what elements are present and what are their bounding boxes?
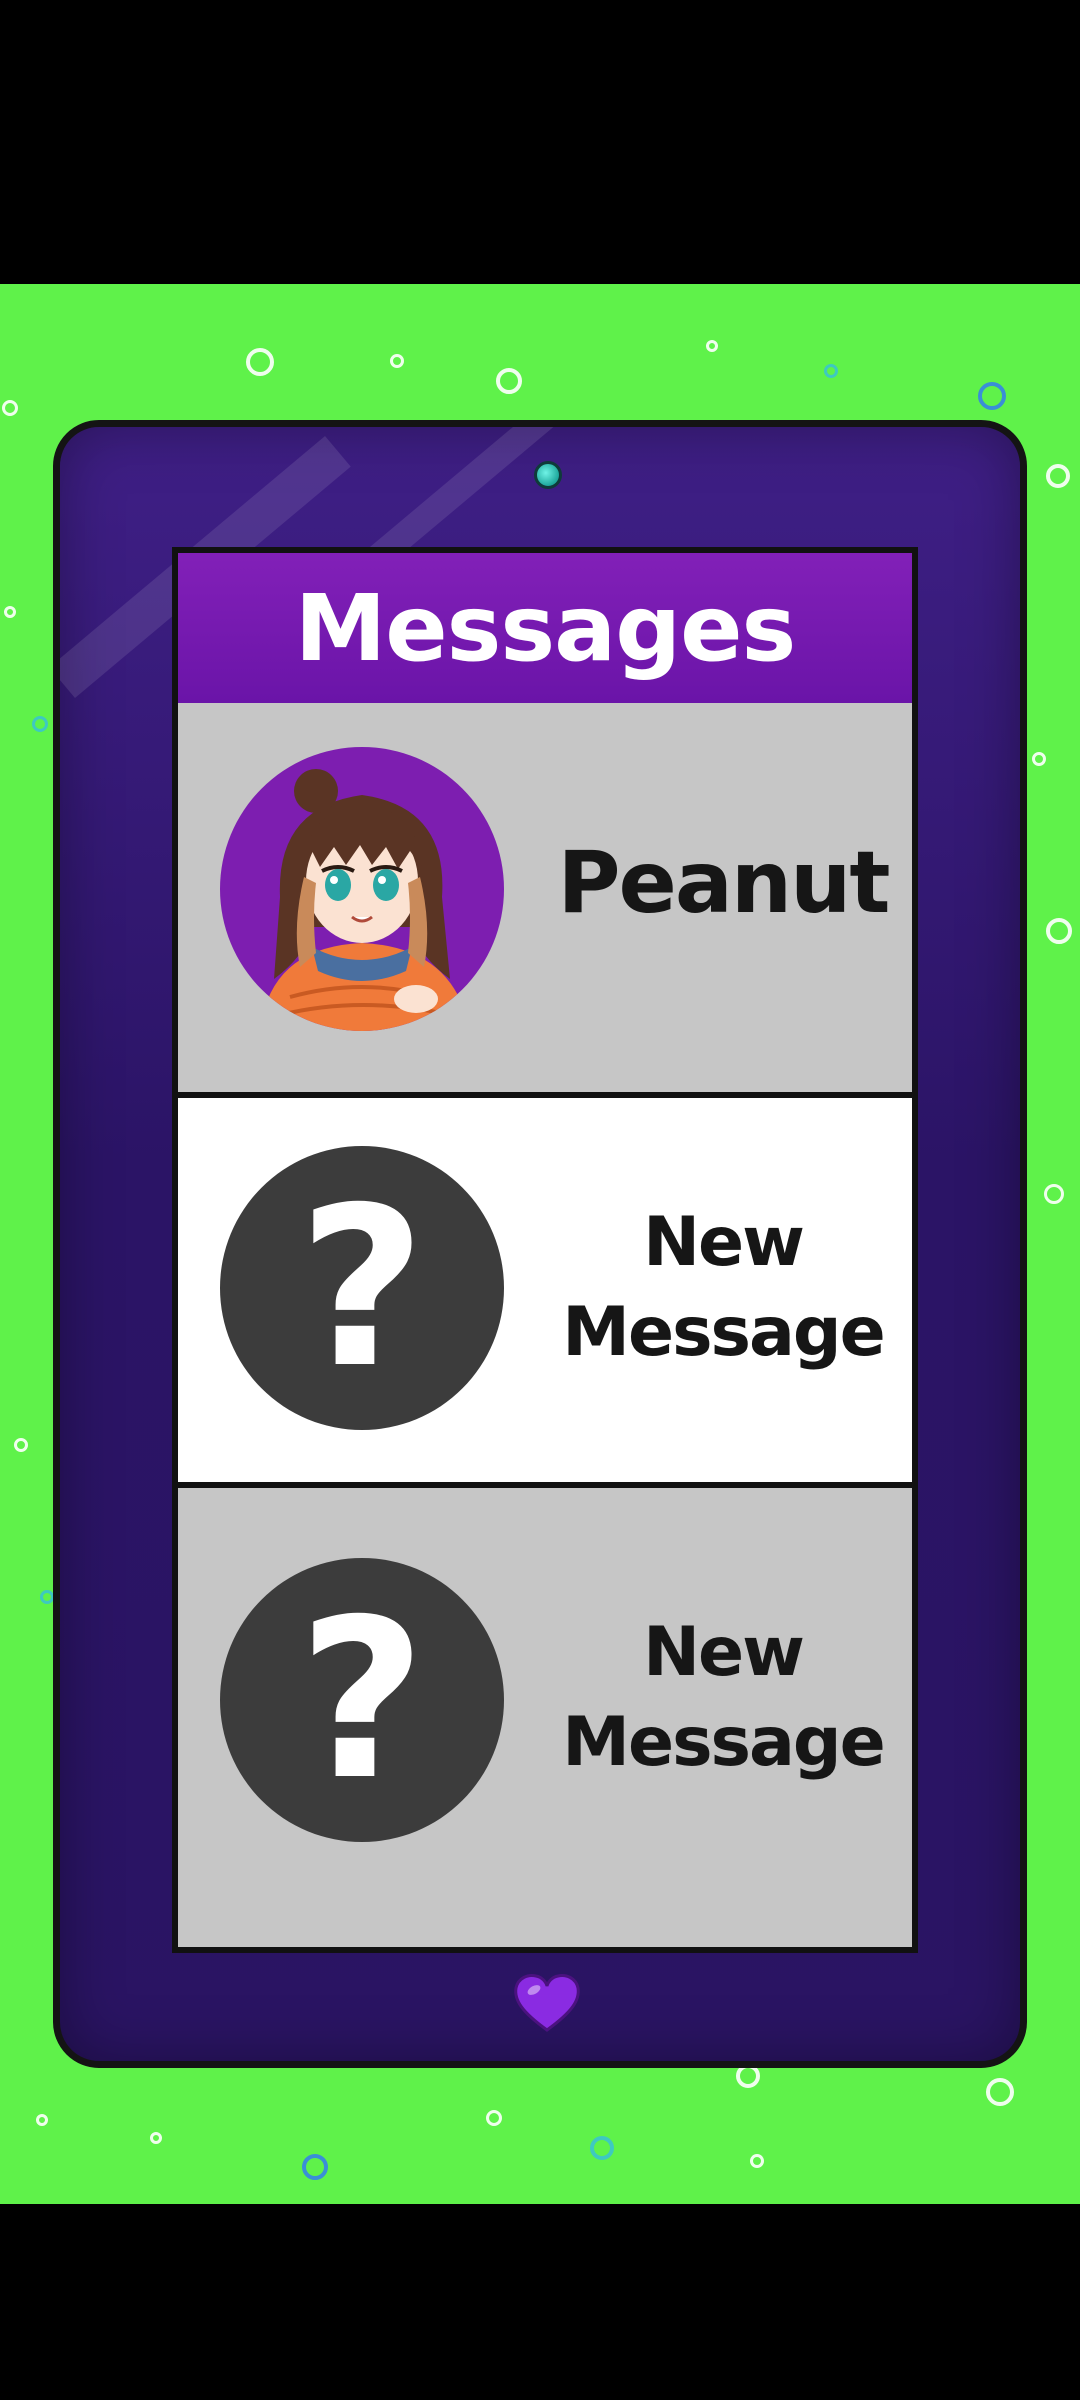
bubble-decoration	[36, 2114, 48, 2126]
bubble-decoration	[496, 368, 522, 394]
conversation-item-new-message[interactable]: ? New Message	[178, 1488, 912, 1947]
messages-header: Messages	[178, 553, 912, 703]
conversation-item-peanut[interactable]: Peanut	[178, 703, 912, 1098]
bubble-decoration	[824, 364, 838, 378]
question-mark-icon: ?	[298, 1572, 426, 1828]
bubble-decoration	[1044, 1184, 1064, 1204]
bubble-decoration	[1046, 918, 1072, 944]
bubble-decoration	[706, 340, 718, 352]
messages-screen: Messages Peanut ? New Message ? New Mess…	[172, 547, 918, 1953]
bubble-decoration	[390, 354, 404, 368]
anime-girl-avatar-icon	[260, 769, 470, 1031]
contact-name: Peanut	[557, 833, 891, 933]
bubble-decoration	[978, 382, 1006, 410]
game-background: Messages Peanut ? New Message ? New Mess…	[0, 284, 1080, 2204]
bubble-decoration	[750, 2154, 764, 2168]
avatar: ?	[220, 1146, 504, 1430]
bubble-decoration	[32, 716, 48, 732]
home-button[interactable]	[508, 1971, 586, 2035]
bubble-decoration	[2, 400, 18, 416]
bubble-decoration	[986, 2078, 1014, 2106]
avatar	[220, 747, 504, 1031]
heart-icon	[514, 1974, 580, 2032]
bubble-decoration	[4, 606, 16, 618]
bubble-decoration	[246, 348, 274, 376]
conversation-label: New Message	[562, 1613, 885, 1782]
page-title: Messages	[294, 574, 797, 682]
camera-icon	[534, 461, 562, 489]
bubble-decoration	[302, 2154, 328, 2180]
bubble-decoration	[486, 2110, 502, 2126]
bubble-decoration	[1032, 752, 1046, 766]
phone-device: Messages Peanut ? New Message ? New Mess…	[53, 420, 1027, 2068]
bubble-decoration	[1046, 464, 1070, 488]
bubble-decoration	[590, 2136, 614, 2160]
conversation-item-new-message[interactable]: ? New Message	[178, 1098, 912, 1488]
bubble-decoration	[150, 2132, 162, 2144]
bubble-decoration	[14, 1438, 28, 1452]
bubble-decoration	[40, 1590, 54, 1604]
avatar: ?	[220, 1558, 504, 1842]
navigation-bar-area	[0, 2204, 1080, 2400]
status-bar-area	[0, 0, 1080, 284]
conversation-label: New Message	[562, 1203, 885, 1372]
question-mark-icon: ?	[298, 1160, 426, 1416]
